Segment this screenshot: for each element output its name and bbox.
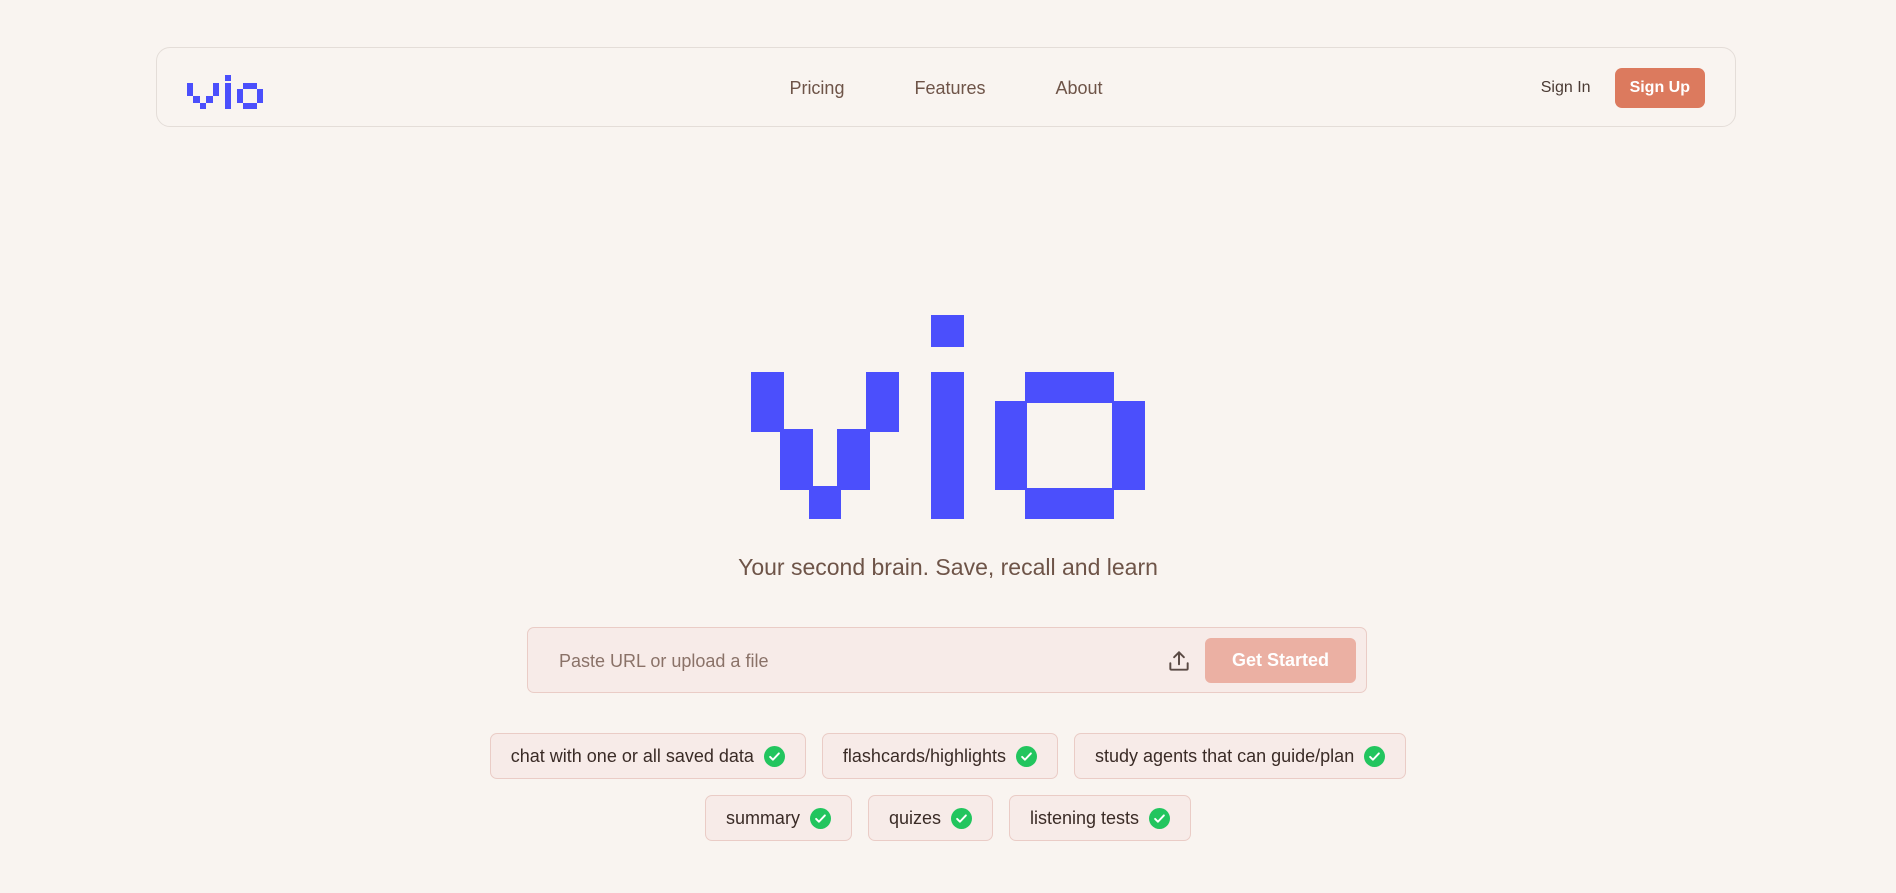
feature-chip-label: summary — [725, 807, 800, 828]
feature-chips-row-2: summary quizes listening tests — [0, 795, 1896, 841]
sign-up-button[interactable]: Sign Up — [1614, 68, 1705, 108]
check-circle-icon — [950, 807, 972, 829]
feature-chip: study agents that can guide/plan — [1074, 733, 1407, 779]
top-navbar: Pricing Features About Sign In Sign Up — [156, 47, 1736, 127]
auth-actions: Sign In Sign Up — [1541, 48, 1705, 128]
url-input[interactable] — [557, 640, 1161, 682]
check-circle-icon — [1364, 745, 1386, 767]
get-started-button[interactable]: Get Started — [1205, 638, 1356, 683]
check-circle-icon — [1149, 807, 1171, 829]
nav-link-pricing[interactable]: Pricing — [789, 78, 844, 99]
upload-icon[interactable] — [1166, 648, 1192, 674]
vio-logo-large-icon — [751, 315, 1145, 519]
nav-link-features[interactable]: Features — [914, 78, 985, 99]
vio-logo-small-icon — [187, 75, 263, 109]
check-circle-icon — [1016, 745, 1038, 767]
sign-in-link[interactable]: Sign In — [1541, 79, 1591, 97]
check-circle-icon — [809, 807, 831, 829]
feature-chip-label: study agents that can guide/plan — [1095, 745, 1355, 766]
hero-logo — [751, 315, 1145, 525]
feature-chip: listening tests — [1008, 795, 1192, 841]
feature-chip-label: listening tests — [1029, 807, 1140, 828]
feature-chip-label: quizes — [888, 807, 941, 828]
feature-chip: summary — [704, 795, 852, 841]
url-upload-bar: Get Started — [527, 627, 1367, 693]
feature-chip: chat with one or all saved data — [489, 733, 806, 779]
feature-chips-row-1: chat with one or all saved data flashcar… — [0, 733, 1896, 779]
check-circle-icon — [763, 745, 785, 767]
brand-logo-link[interactable] — [187, 75, 263, 114]
nav-link-about[interactable]: About — [1056, 78, 1103, 99]
feature-chip-label: chat with one or all saved data — [510, 745, 754, 766]
feature-chip: flashcards/highlights — [821, 733, 1059, 779]
nav-links: Pricing Features About — [157, 48, 1735, 128]
feature-chip-label: flashcards/highlights — [842, 745, 1007, 766]
feature-chip: quizes — [867, 795, 993, 841]
hero-tagline: Your second brain. Save, recall and lear… — [738, 554, 1158, 580]
